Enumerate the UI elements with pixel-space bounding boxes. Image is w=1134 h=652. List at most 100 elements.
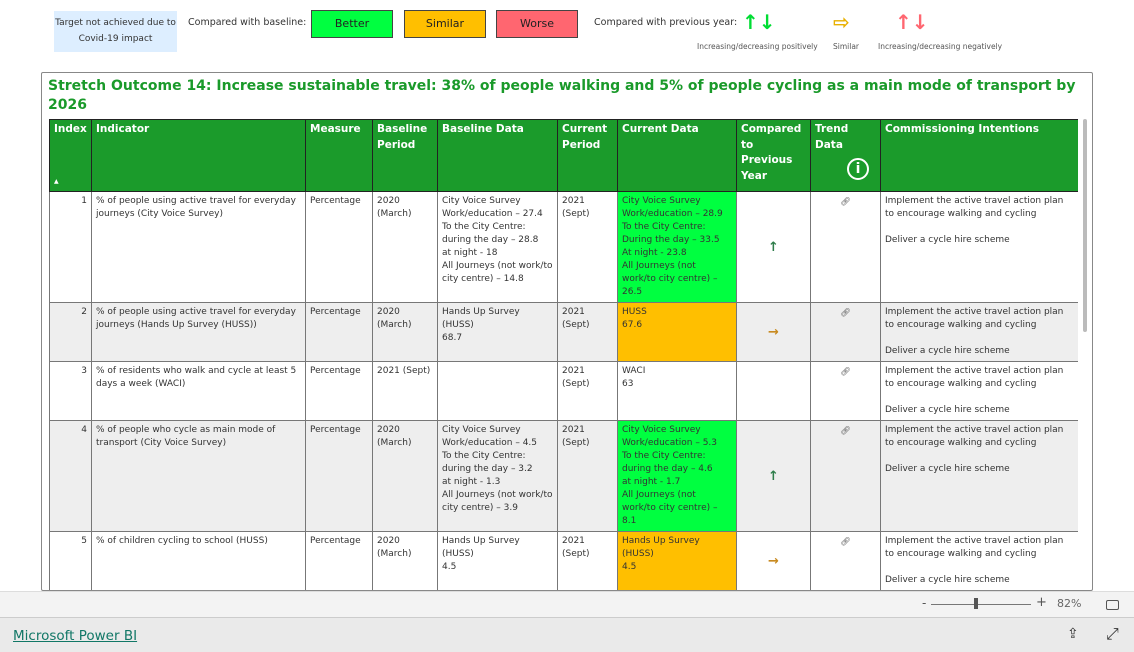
footer: [0, 617, 1134, 652]
current-data-text: City Voice Survey Work/education – 28.9 …: [622, 196, 723, 297]
column-header-label: Index: [54, 123, 87, 135]
column-header[interactable]: Commissioning Intentions: [880, 119, 1078, 192]
similar-caption: Similar: [833, 42, 859, 51]
index-cell: 3: [49, 361, 92, 421]
trend-data-cell: 🔗︎: [810, 420, 881, 532]
index-text: 5: [81, 536, 87, 546]
compared-cell: [736, 361, 811, 421]
index-text: 3: [81, 366, 87, 376]
green-up-down-arrows-icon: ↑↓: [742, 10, 776, 34]
column-header[interactable]: Index ▲: [49, 119, 92, 192]
column-header-label: Indicator: [96, 123, 150, 135]
current-period-text: 2021 (Sept): [562, 425, 590, 448]
red-up-down-arrows-icon: ↑↓: [895, 10, 929, 34]
power-bi-link[interactable]: Microsoft Power BI: [13, 628, 137, 644]
indicator-text: % of children cycling to school (HUSS): [96, 536, 268, 546]
link-icon[interactable]: 🔗︎: [840, 197, 850, 206]
current-data-text: WACI 63: [622, 366, 646, 389]
column-header[interactable]: Current Period: [557, 119, 618, 192]
column-header-label: Compared to Previous Year: [741, 123, 802, 182]
trend-data-cell: 🔗︎: [810, 361, 881, 421]
baseline-period-cell: 2020 (March): [372, 191, 438, 303]
indicator-text: % of people who cycle as main mode of tr…: [96, 425, 276, 448]
compared-cell: ↑: [736, 420, 811, 532]
index-text: 4: [81, 425, 87, 435]
measure-cell: Percentage: [305, 302, 373, 362]
zoom-in-button[interactable]: +: [1036, 595, 1047, 610]
column-header[interactable]: Measure: [305, 119, 373, 192]
column-header[interactable]: Baseline Period: [372, 119, 438, 192]
current-period-cell: 2021 (Sept): [557, 531, 618, 590]
indicator-text: % of people using active travel for ever…: [96, 307, 296, 330]
baseline-data-cell: [437, 361, 558, 421]
baseline-data-text: Hands Up Survey (HUSS) 4.5: [442, 536, 520, 572]
intentions-text: Implement the active travel action plan …: [885, 196, 1064, 245]
current-period-text: 2021 (Sept): [562, 366, 590, 389]
baseline-data-text: City Voice Survey Work/education – 4.5 T…: [442, 425, 553, 513]
current-data-cell: Hands Up Survey (HUSS) 4.5: [617, 531, 737, 590]
vertical-scrollbar[interactable]: [1083, 119, 1087, 332]
baseline-period-text: 2020 (March): [377, 425, 412, 448]
sort-ascending-icon: ▲: [54, 177, 59, 185]
share-icon[interactable]: ⇪: [1067, 626, 1079, 642]
zoom-slider-handle[interactable]: [974, 598, 978, 609]
covid-legend: Target not achieved due to Covid-19 impa…: [54, 11, 177, 52]
baseline-data-cell: City Voice Survey Work/education – 27.4 …: [437, 191, 558, 303]
indicator-cell: % of people who cycle as main mode of tr…: [91, 420, 306, 532]
baseline-data-text: City Voice Survey Work/education – 27.4 …: [442, 196, 553, 284]
link-icon[interactable]: 🔗︎: [840, 426, 850, 435]
column-header[interactable]: Indicator: [91, 119, 306, 192]
intentions-cell: Implement the active travel action plan …: [880, 531, 1078, 590]
indicator-table: Index ▲ Indicator Measure Baseline Period Bas…: [49, 119, 1078, 590]
measure-text: Percentage: [310, 425, 361, 435]
measure-cell: Percentage: [305, 420, 373, 532]
baseline-legend-label: Compared with baseline:: [188, 17, 307, 28]
link-icon[interactable]: 🔗︎: [840, 537, 850, 546]
link-icon[interactable]: 🔗︎: [840, 367, 850, 376]
index-text: 2: [81, 307, 87, 317]
fullscreen-icon[interactable]: ⤢: [1106, 624, 1119, 644]
table-row: 1 % of people using active travel for eve…: [49, 191, 1078, 303]
column-header[interactable]: Compared to Previous Year: [736, 119, 811, 192]
intentions-cell: Implement the active travel action plan …: [880, 361, 1078, 421]
intentions-text: Implement the active travel action plan …: [885, 425, 1064, 474]
index-cell: 2: [49, 302, 92, 362]
compared-cell: ↑: [736, 191, 811, 303]
current-period-cell: 2021 (Sept): [557, 302, 618, 362]
zoom-out-button[interactable]: -: [922, 596, 926, 610]
measure-text: Percentage: [310, 307, 361, 317]
info-icon[interactable]: i: [847, 158, 869, 180]
baseline-period-cell: 2020 (March): [372, 302, 438, 362]
column-header-label: Commissioning Intentions: [885, 123, 1039, 135]
baseline-period-text: 2021 (Sept): [377, 366, 431, 376]
amber-right-arrow-icon: ⇨: [833, 10, 850, 34]
intentions-cell: Implement the active travel action plan …: [880, 302, 1078, 362]
table-visual: Stretch Outcome 14: Increase sustainable…: [41, 72, 1093, 591]
column-header[interactable]: Baseline Data: [437, 119, 558, 192]
column-header-label: Current Data: [622, 123, 699, 135]
baseline-period-cell: 2020 (March): [372, 420, 438, 532]
zoom-slider[interactable]: [931, 604, 1031, 605]
measure-text: Percentage: [310, 366, 361, 376]
index-cell: 4: [49, 420, 92, 532]
current-period-cell: 2021 (Sept): [557, 420, 618, 532]
baseline-data-text: Hands Up Survey (HUSS) 68.7: [442, 307, 520, 343]
table-row: 4 % of people who cycle as main mode of t…: [49, 420, 1078, 532]
indicator-text: % of residents who walk and cycle at lea…: [96, 366, 297, 389]
table-row: 3 % of residents who walk and cycle at le…: [49, 361, 1078, 421]
zoom-bar: - + 82%: [0, 591, 1134, 617]
link-icon[interactable]: 🔗︎: [840, 308, 850, 317]
baseline-data-cell: City Voice Survey Work/education – 4.5 T…: [437, 420, 558, 532]
column-header[interactable]: Trend Data i: [810, 119, 881, 192]
column-header[interactable]: Current Data: [617, 119, 737, 192]
baseline-data-cell: Hands Up Survey (HUSS) 68.7: [437, 302, 558, 362]
column-header-label: Baseline Data: [442, 123, 524, 135]
current-data-cell: City Voice Survey Work/education – 28.9 …: [617, 191, 737, 303]
baseline-data-cell: Hands Up Survey (HUSS) 4.5: [437, 531, 558, 590]
measure-cell: Percentage: [305, 191, 373, 303]
trend-data-cell: 🔗︎: [810, 302, 881, 362]
measure-text: Percentage: [310, 196, 361, 206]
fit-to-page-icon[interactable]: [1106, 600, 1119, 610]
current-data-text: Hands Up Survey (HUSS) 4.5: [622, 536, 700, 572]
up-arrow-icon: ↑: [768, 468, 779, 484]
